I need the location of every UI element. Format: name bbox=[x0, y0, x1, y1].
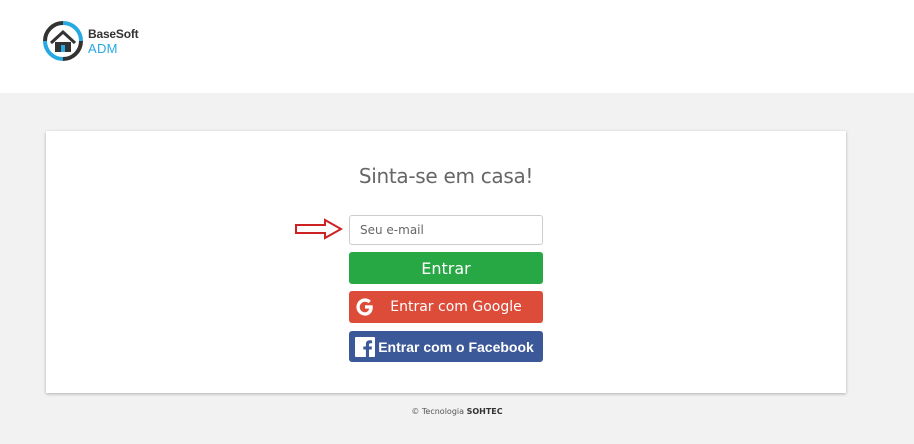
facebook-login-button[interactable]: Entrar com o Facebook bbox=[349, 331, 543, 362]
footer-company: SOHTEC bbox=[466, 407, 503, 416]
login-submit-label: Entrar bbox=[421, 258, 471, 278]
arrow-right-icon bbox=[295, 218, 343, 240]
google-login-button[interactable]: Entrar com Google bbox=[349, 291, 543, 323]
email-input[interactable] bbox=[349, 215, 543, 245]
google-icon bbox=[349, 291, 381, 323]
logo-product-text: ADM bbox=[88, 41, 118, 56]
logo-brand-text: BaseSoft bbox=[88, 27, 139, 41]
login-submit-button[interactable]: Entrar bbox=[349, 252, 543, 284]
footer: © Tecnologia SOHTEC bbox=[0, 407, 914, 416]
basesoft-logo[interactable]: BaseSoft ADM bbox=[42, 20, 142, 62]
footer-prefix: © Tecnologia bbox=[411, 407, 465, 416]
top-bar: BaseSoft ADM bbox=[0, 0, 914, 93]
login-headline: Sinta-se em casa! bbox=[358, 164, 534, 188]
house-logo-icon bbox=[43, 21, 83, 61]
facebook-icon bbox=[349, 331, 381, 362]
